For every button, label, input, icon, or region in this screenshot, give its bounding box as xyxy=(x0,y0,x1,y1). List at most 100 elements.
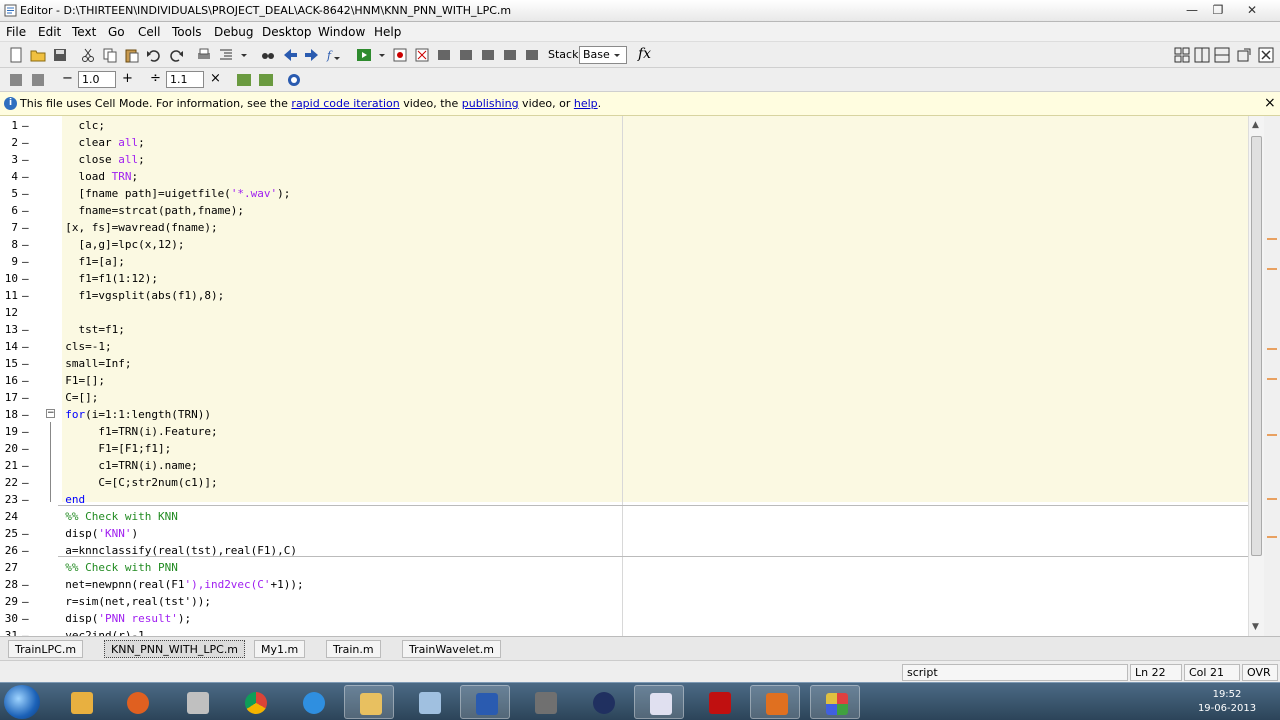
code-line[interactable]: 21– c1=TRN(i).name; xyxy=(0,457,1248,474)
tab-trainlpc[interactable]: TrainLPC.m xyxy=(8,640,84,658)
breakpoint-marker[interactable]: – xyxy=(22,527,29,540)
breakpoint-marker[interactable]: – xyxy=(22,136,29,149)
code-line[interactable]: 3– close all; xyxy=(0,151,1248,168)
save-icon[interactable] xyxy=(52,47,68,63)
code-line[interactable]: 20– F1=[F1;f1]; xyxy=(0,440,1248,457)
code-line[interactable]: 6– fname=strcat(path,fname); xyxy=(0,202,1248,219)
taskbar-firefox[interactable] xyxy=(112,685,162,719)
clear-breakpoints-icon[interactable] xyxy=(414,47,430,63)
open-folder-icon[interactable] xyxy=(30,47,46,63)
code-line[interactable]: 16– F1=[]; xyxy=(0,372,1248,389)
code-line[interactable]: 19– f1=TRN(i).Feature; xyxy=(0,423,1248,440)
code-line[interactable]: 18– for(i=1:1:length(TRN)) − xyxy=(0,406,1248,423)
warning-marker[interactable] xyxy=(1267,238,1277,240)
breakpoint-marker[interactable]: – xyxy=(22,578,29,591)
minimize-button[interactable]: — xyxy=(1180,2,1204,19)
breakpoint-marker[interactable]: – xyxy=(22,255,29,268)
menu-cell[interactable]: Cell xyxy=(138,25,160,39)
code-line[interactable]: 5– [fname path]=uigetfile('*.wav'); xyxy=(0,185,1248,202)
publishing-link[interactable]: publishing xyxy=(462,97,519,110)
taskbar-link[interactable] xyxy=(578,685,628,719)
undock-icon[interactable] xyxy=(1236,47,1252,63)
copy-icon[interactable] xyxy=(102,47,118,63)
breakpoint-marker[interactable]: – xyxy=(22,442,29,455)
menu-file[interactable]: File xyxy=(6,25,26,39)
code-line[interactable]: 13– tst=f1; xyxy=(0,321,1248,338)
split-horizontal-icon[interactable] xyxy=(1214,47,1230,63)
breakpoint-marker[interactable]: – xyxy=(22,357,29,370)
breakpoint-marker[interactable]: – xyxy=(22,425,29,438)
taskbar-chrome[interactable] xyxy=(230,685,280,719)
new-file-icon[interactable] xyxy=(8,47,24,63)
code-line[interactable]: 15– small=Inf; xyxy=(0,355,1248,372)
help-link[interactable]: help xyxy=(574,97,598,110)
infobar-close-button[interactable]: × xyxy=(1264,95,1276,111)
warning-marker[interactable] xyxy=(1267,434,1277,436)
back-arrow-icon[interactable] xyxy=(282,47,298,63)
divide-button[interactable]: ÷ xyxy=(150,71,161,86)
run-dropdown-icon[interactable] xyxy=(378,47,386,63)
print-icon[interactable] xyxy=(196,47,212,63)
breakpoint-marker[interactable]: – xyxy=(22,493,29,506)
tab-train[interactable]: Train.m xyxy=(326,640,381,658)
breakpoint-marker[interactable]: – xyxy=(22,153,29,166)
menu-help[interactable]: Help xyxy=(374,25,401,39)
decrement-button[interactable]: − xyxy=(62,71,73,86)
scroll-thumb[interactable] xyxy=(1251,136,1262,556)
cell-help-icon[interactable] xyxy=(286,72,302,88)
show-cell-titles-icon[interactable] xyxy=(236,72,252,88)
menu-tools[interactable]: Tools xyxy=(172,25,202,39)
breakpoint-marker[interactable]: – xyxy=(22,629,29,636)
fx-button[interactable]: fx xyxy=(638,46,651,62)
code-line[interactable]: 30– disp('PNN result'); xyxy=(0,610,1248,627)
code-line[interactable]: 7– [x, fs]=wavread(fname); xyxy=(0,219,1248,236)
multiply-value-field[interactable]: 1.1 xyxy=(166,71,204,88)
breakpoint-marker[interactable]: – xyxy=(22,612,29,625)
breakpoint-marker[interactable]: – xyxy=(22,221,29,234)
run-icon[interactable] xyxy=(356,47,372,63)
maximize-button[interactable]: ❐ xyxy=(1206,2,1230,19)
dropdown-arrow-icon[interactable] xyxy=(240,47,248,63)
code-line[interactable]: 23– end xyxy=(0,491,1248,508)
taskbar-network[interactable] xyxy=(172,685,222,719)
tab-my1[interactable]: My1.m xyxy=(254,640,306,658)
split-vertical-icon[interactable] xyxy=(1194,47,1210,63)
code-line[interactable]: 8– [a,g]=lpc(x,12); xyxy=(0,236,1248,253)
taskbar-explorer[interactable] xyxy=(56,685,106,719)
redo-icon[interactable] xyxy=(168,47,184,63)
multiply-button[interactable]: × xyxy=(210,71,221,86)
code-line[interactable]: 11– f1=vgsplit(abs(f1),8); xyxy=(0,287,1248,304)
breakpoint-marker[interactable]: – xyxy=(22,238,29,251)
paste-icon[interactable] xyxy=(124,47,140,63)
menu-window[interactable]: Window xyxy=(318,25,365,39)
code-line[interactable]: 28– net=newpnn(real(F1'),ind2vec(C'+1)); xyxy=(0,576,1248,593)
menu-go[interactable]: Go xyxy=(108,25,125,39)
menu-text[interactable]: Text xyxy=(72,25,96,39)
breakpoint-marker[interactable]: – xyxy=(22,340,29,353)
warning-marker[interactable] xyxy=(1267,498,1277,500)
step-out-icon[interactable] xyxy=(480,47,496,63)
stack-dropdown-icon[interactable] xyxy=(612,47,622,63)
system-clock[interactable]: 19:52 19-06-2013 xyxy=(1192,688,1262,716)
code-line[interactable]: 17– C=[]; xyxy=(0,389,1248,406)
taskbar-word[interactable] xyxy=(460,685,510,719)
code-line[interactable]: 1– clc; xyxy=(0,117,1248,134)
taskbar-notepad[interactable] xyxy=(404,685,454,719)
code-line[interactable]: 12 xyxy=(0,304,1248,321)
code-line[interactable]: 25– disp('KNN') xyxy=(0,525,1248,542)
breakpoint-marker[interactable]: – xyxy=(22,595,29,608)
breakpoint-marker[interactable]: – xyxy=(22,289,29,302)
increment-button[interactable]: + xyxy=(122,71,133,86)
forward-arrow-icon[interactable] xyxy=(304,47,320,63)
publish-icon[interactable] xyxy=(258,72,274,88)
code-line[interactable]: 2– clear all; xyxy=(0,134,1248,151)
warning-marker[interactable] xyxy=(1267,536,1277,538)
taskbar-matlab[interactable] xyxy=(750,685,800,719)
code-line[interactable]: 22– C=[C;str2num(c1)]; xyxy=(0,474,1248,491)
tab-trainwavelet[interactable]: TrainWavelet.m xyxy=(402,640,501,658)
warning-marker[interactable] xyxy=(1267,268,1277,270)
breakpoint-marker[interactable]: – xyxy=(22,391,29,404)
rapid-code-iteration-link[interactable]: rapid code iteration xyxy=(291,97,399,110)
taskbar-folder[interactable] xyxy=(344,685,394,719)
code-line[interactable]: 4– load TRN; xyxy=(0,168,1248,185)
